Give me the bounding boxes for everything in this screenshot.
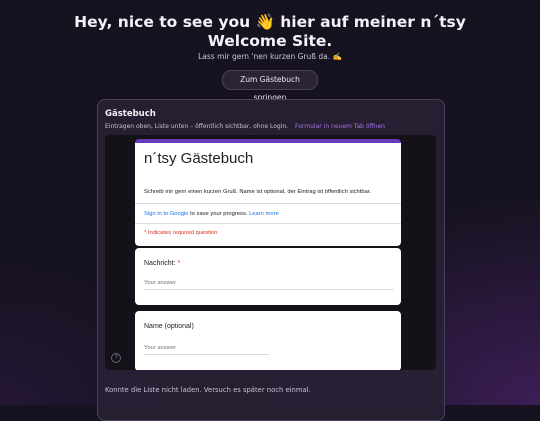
question-label: Name (optional) bbox=[144, 323, 194, 330]
form-title: n´tsy Gästebuch bbox=[144, 150, 254, 167]
divider bbox=[135, 203, 401, 204]
signin-row: Sign in to Google to save your progress.… bbox=[144, 211, 279, 217]
divider bbox=[135, 223, 401, 224]
question-label: Nachricht: * bbox=[144, 260, 180, 267]
form-description: Schreib mir gern einen kurzen Gruß. Name… bbox=[144, 189, 372, 195]
question-card-name: Name (optional) bbox=[135, 311, 401, 370]
guestbook-card: Gästebuch Eintragen oben, Liste unten – … bbox=[97, 99, 445, 421]
page-subtitle: Lass mir gern 'nen kurzen Gruß da. ✍️ bbox=[198, 52, 342, 61]
guestbook-description-text: Eintragen oben, Liste unten – öffentlich… bbox=[105, 123, 289, 130]
required-star: * bbox=[177, 260, 181, 267]
guestbook-description: Eintragen oben, Liste unten – öffentlich… bbox=[105, 123, 385, 130]
signin-text: to save your progress. bbox=[188, 211, 248, 217]
help-icon[interactable]: ? bbox=[111, 353, 121, 363]
form-header-card: n´tsy Gästebuch Schreib mir gern einen k… bbox=[135, 139, 401, 246]
embedded-form-frame[interactable]: n´tsy Gästebuch Schreib mir gern einen k… bbox=[105, 135, 436, 370]
message-input[interactable] bbox=[144, 280, 394, 290]
page-title: Hey, nice to see you 👋 hier auf meiner n… bbox=[74, 13, 466, 50]
guestbook-title: Gästebuch bbox=[105, 109, 156, 119]
jump-to-guestbook-button[interactable]: Zum Gästebuch springen bbox=[222, 70, 318, 102]
guestbook-status-message: Konnte die Liste nicht laden. Versuch es… bbox=[105, 386, 311, 394]
learn-more-link[interactable]: Learn more bbox=[249, 211, 279, 217]
open-form-new-tab-link[interactable]: Formular in neuem Tab öffnen bbox=[295, 123, 385, 130]
question-label-text: Nachricht: bbox=[144, 260, 176, 267]
name-input[interactable] bbox=[144, 345, 269, 355]
signin-link[interactable]: Sign in to Google bbox=[144, 211, 188, 217]
question-card-message: Nachricht: * bbox=[135, 248, 401, 305]
required-note: * Indicates required question bbox=[144, 230, 218, 236]
